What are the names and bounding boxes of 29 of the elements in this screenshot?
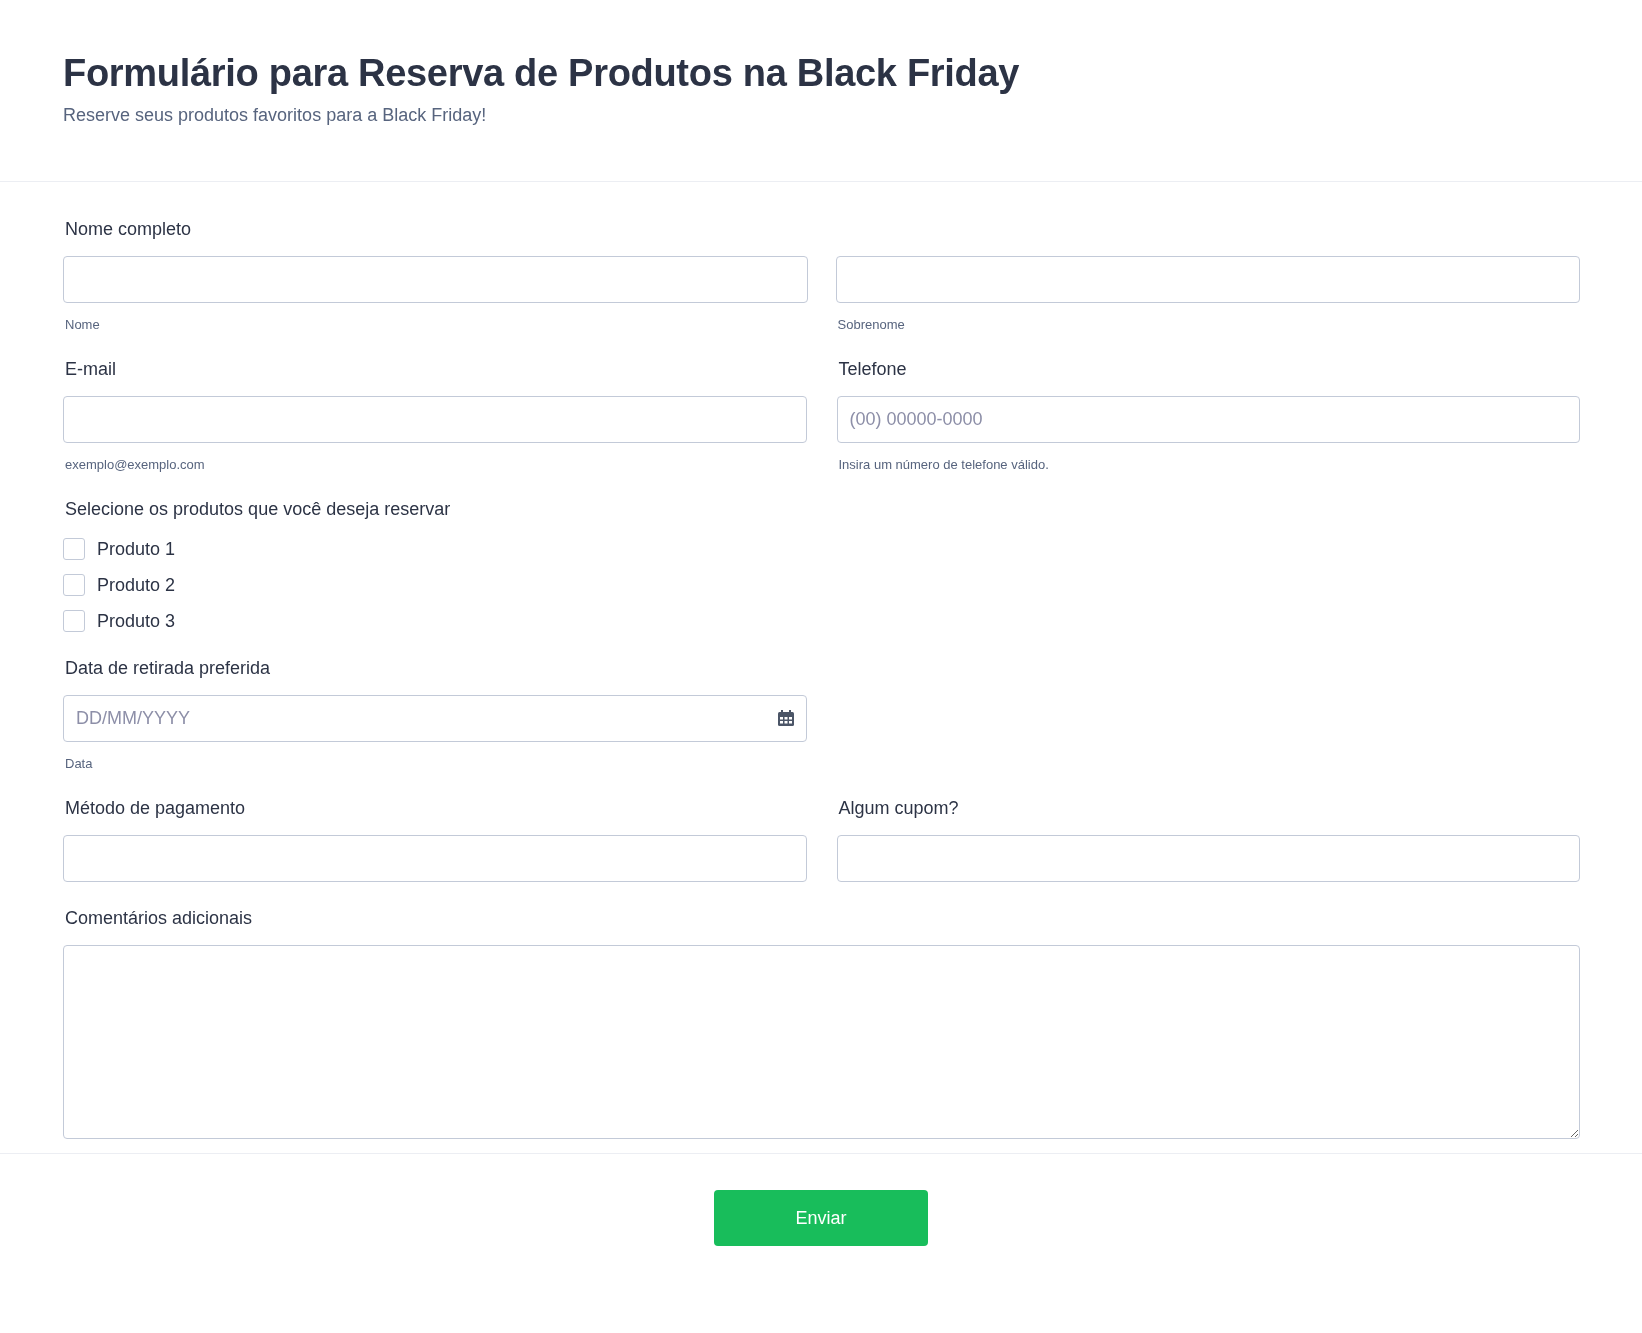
- option-label[interactable]: Produto 1: [97, 538, 176, 560]
- field-hint: Data: [65, 756, 93, 772]
- field-label: Comentários adicionais: [65, 908, 253, 929]
- field-label: Nome completo: [65, 219, 192, 240]
- field-hint: Insira um número de telefone válido.: [838, 457, 1049, 473]
- option-label[interactable]: Produto 3: [97, 610, 176, 632]
- form-subtitle: Reserve seus produtos favoritos para a Black Friday!: [63, 105, 487, 126]
- text-field[interactable]: [63, 835, 807, 882]
- field-label: Telefone: [838, 359, 907, 380]
- field-label: Data de retirada preferida: [65, 658, 271, 679]
- text-field[interactable]: [836, 835, 1580, 882]
- text-field[interactable]: [63, 256, 808, 303]
- text-field[interactable]: [63, 396, 807, 443]
- field-hint: Nome: [65, 317, 100, 333]
- checkbox[interactable]: [63, 538, 85, 560]
- field-hint: exemplo@exemplo.com: [65, 457, 205, 473]
- field-label: Algum cupom?: [838, 798, 959, 819]
- field-label: Método de pagamento: [65, 798, 246, 819]
- field-label: E-mail: [65, 359, 116, 380]
- option-label[interactable]: Produto 2: [97, 574, 176, 596]
- date-field[interactable]: DD/MM/YYYY: [63, 695, 807, 742]
- checkbox[interactable]: [63, 610, 85, 632]
- checkbox[interactable]: [63, 574, 85, 596]
- field-label: Selecione os produtos que você deseja reservar: [65, 499, 451, 520]
- text-field[interactable]: (00) 00000-0000: [836, 396, 1580, 443]
- text-field[interactable]: [835, 256, 1580, 303]
- form-title: Formulário para Reserva de Produtos na Black Friday: [63, 52, 1020, 95]
- field-hint: Sobrenome: [837, 317, 905, 333]
- comments-field[interactable]: [63, 945, 1580, 1139]
